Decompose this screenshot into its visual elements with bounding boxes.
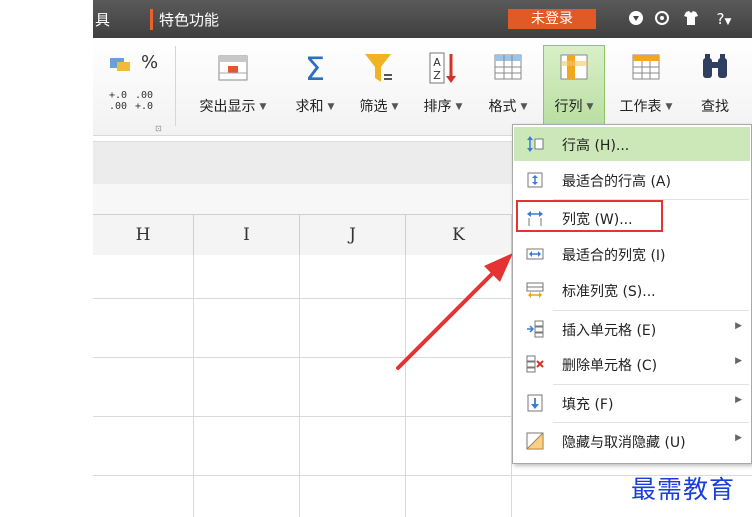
format-label: 格式: [488, 99, 517, 115]
help-dropdown-chevron-icon: ▼: [724, 17, 732, 27]
autofit-row-height-icon: [527, 172, 543, 188]
column-header-i[interactable]: I: [194, 215, 300, 255]
sigma-icon: Σ: [305, 50, 325, 86]
menu-item-hide-unhide[interactable]: 隐藏与取消隐藏 (U) ▶: [514, 424, 750, 458]
sort-az-icon: A Z: [429, 52, 456, 84]
chevron-down-icon: ▼: [520, 102, 528, 112]
binoculars-icon: [703, 54, 727, 78]
help-icon[interactable]: ?▼: [709, 9, 739, 29]
chevron-down-icon: ▼: [327, 102, 335, 112]
format-table-icon: [494, 54, 522, 80]
svg-text:A: A: [433, 56, 441, 69]
increase-decimal-button[interactable]: +.0 .00: [109, 90, 127, 112]
submenu-arrow-icon: ▶: [735, 433, 742, 443]
title-bar: 具 特色功能 未登录 ?▼: [93, 0, 752, 38]
row-column-icon: [560, 54, 588, 80]
svg-text:Z: Z: [433, 69, 441, 82]
ribbon-separator: [175, 46, 176, 126]
chevron-down-icon: ▼: [455, 102, 463, 112]
menu-item-delete-cells[interactable]: 删除单元格 (C) ▶: [514, 347, 750, 381]
filter-button[interactable]: 筛选 ▼: [349, 46, 409, 128]
fill-icon: [527, 394, 543, 412]
menu-item-label: 行高 (H)...: [562, 138, 630, 154]
shirt-icon[interactable]: [681, 9, 701, 29]
spreadsheet-app-window: 具 特色功能 未登录 ?▼ % +.0 .00 .00 +.0 ⊡ 突出显示 ▼…: [0, 0, 752, 517]
currency-format-icon[interactable]: [109, 56, 131, 72]
number-format-group: % +.0 .00 .00 +.0 ⊡: [105, 50, 165, 133]
menu-separator: [553, 384, 749, 385]
sum-button[interactable]: Σ 求和 ▼: [285, 46, 345, 128]
row-column-button[interactable]: 行列 ▼: [543, 45, 605, 129]
annotation-highlight-box: [516, 200, 663, 232]
submenu-arrow-icon: ▶: [735, 356, 742, 366]
help-label: ?: [716, 10, 725, 28]
ribbon-toolbar: % +.0 .00 .00 +.0 ⊡ 突出显示 ▼ Σ 求和 ▼ 筛选 ▼ A…: [93, 38, 752, 136]
find-button[interactable]: 查找: [691, 46, 739, 128]
submenu-arrow-icon: ▶: [735, 321, 742, 331]
sort-button[interactable]: A Z 排序 ▼: [413, 46, 473, 128]
menu-item-label: 填充 (F): [562, 397, 614, 413]
menu-separator: [553, 310, 749, 311]
worksheet-label: 工作表: [619, 99, 662, 115]
menu-item-row-height[interactable]: 行高 (H)...: [514, 127, 750, 161]
login-button[interactable]: 未登录: [508, 9, 596, 29]
skin-icon[interactable]: [626, 9, 646, 29]
format-button[interactable]: 格式 ▼: [479, 46, 537, 128]
menu-tab-tools[interactable]: 具: [95, 9, 110, 30]
percent-style-button[interactable]: %: [141, 52, 158, 73]
menu-item-label: 标准列宽 (S)...: [562, 284, 656, 300]
left-margin: [0, 0, 93, 517]
submenu-arrow-icon: ▶: [735, 395, 742, 405]
find-label: 查找: [701, 99, 729, 115]
row-column-label: 行列: [554, 99, 583, 115]
annotation-arrow-icon: [396, 253, 513, 370]
sort-label: 排序: [423, 99, 452, 115]
menu-item-label: 最适合的列宽 (I): [562, 248, 666, 264]
menu-tab-special-features[interactable]: 特色功能: [150, 9, 219, 30]
menu-item-autofit-column-width[interactable]: 最适合的列宽 (I): [514, 237, 750, 271]
autofit-column-width-icon: [526, 248, 544, 260]
menu-separator: [553, 422, 749, 423]
refresh-icon[interactable]: [652, 9, 672, 29]
menu-item-standard-column-width[interactable]: 标准列宽 (S)...: [514, 273, 750, 307]
sum-label: 求和: [295, 99, 324, 115]
menu-item-fill[interactable]: 填充 (F) ▶: [514, 386, 750, 420]
chevron-down-icon: ▼: [665, 102, 673, 112]
column-header-h[interactable]: H: [93, 215, 194, 255]
grid-line: [299, 255, 300, 517]
group-launcher-icon[interactable]: ⊡: [155, 124, 162, 133]
filter-label: 筛选: [359, 99, 388, 115]
menu-item-label: 隐藏与取消隐藏 (U): [562, 435, 686, 451]
delete-cells-icon: [526, 355, 544, 373]
menu-item-label: 最适合的行高 (A): [562, 174, 671, 190]
insert-cells-icon: [527, 320, 544, 338]
chevron-down-icon: ▼: [259, 102, 267, 112]
worksheet-icon: [632, 54, 660, 80]
row-column-dropdown-menu: 行高 (H)... 最适合的行高 (A) 列宽 (W)... 最适合的列宽 (I…: [512, 124, 752, 464]
chevron-down-icon: ▼: [391, 102, 399, 112]
menu-item-label: 插入单元格 (E): [562, 323, 657, 339]
row-height-icon: [527, 136, 544, 152]
worksheet-button[interactable]: 工作表 ▼: [609, 46, 683, 128]
decrease-decimal-button[interactable]: .00 +.0: [135, 90, 153, 112]
chevron-down-icon: ▼: [586, 102, 594, 112]
highlight-button[interactable]: 突出显示 ▼: [185, 46, 281, 128]
svg-text:Σ: Σ: [305, 50, 325, 86]
menu-item-autofit-row-height[interactable]: 最适合的行高 (A): [514, 163, 750, 197]
highlight-label: 突出显示: [199, 99, 256, 115]
hide-unhide-icon: [526, 432, 544, 450]
highlight-icon: [218, 55, 248, 81]
filter-funnel-icon: [365, 54, 392, 82]
watermark-text: 最需教育: [631, 475, 736, 504]
menu-item-insert-cells[interactable]: 插入单元格 (E) ▶: [514, 312, 750, 346]
menu-item-label: 删除单元格 (C): [562, 358, 658, 374]
grid-line: [193, 255, 194, 517]
standard-column-width-icon: [526, 282, 544, 298]
